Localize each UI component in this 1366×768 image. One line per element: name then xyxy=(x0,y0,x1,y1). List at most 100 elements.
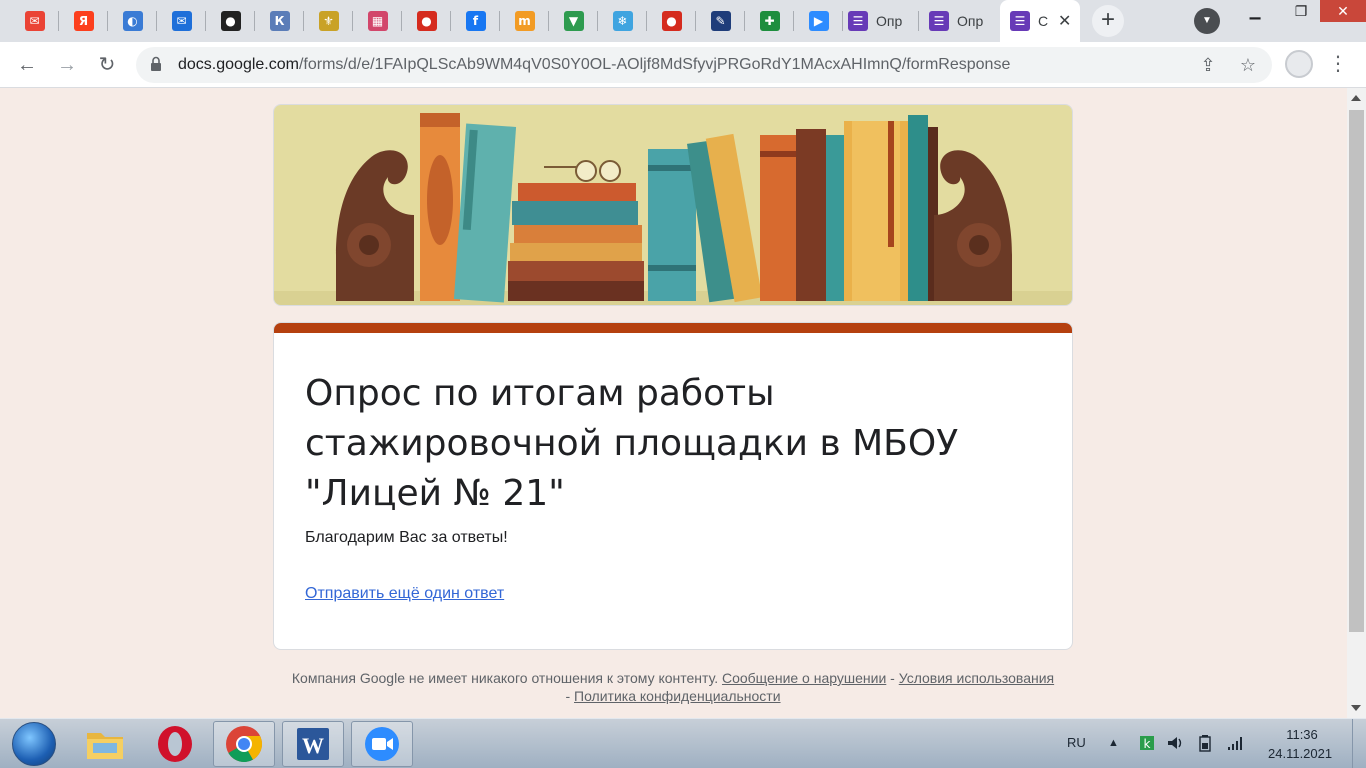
tab-ikro[interactable]: К xyxy=(255,0,304,42)
scroll-thumb[interactable] xyxy=(1349,110,1364,632)
tab-russia-flag[interactable]: ● xyxy=(402,0,451,42)
keyboard-language[interactable]: RU xyxy=(1067,735,1086,750)
picture-icon: ▦ xyxy=(367,11,388,31)
tab-title: Опр xyxy=(957,13,984,29)
opera-icon xyxy=(158,726,192,762)
privacy-link[interactable]: Политика конфиденциальности xyxy=(574,688,781,704)
address-bar[interactable]: docs.google.com/forms/d/e/1FAIpQLScAb9WM… xyxy=(136,47,1272,83)
tab-facebook[interactable]: f xyxy=(451,0,500,42)
tab-forms-active[interactable]: ☰ С ✕ xyxy=(1000,0,1080,42)
site-icon: ◐ xyxy=(122,11,143,31)
tab-snowflake[interactable]: ❄ xyxy=(598,0,647,42)
terms-link[interactable]: Условия использования xyxy=(899,670,1054,686)
card-accent-bar xyxy=(274,323,1072,333)
start-button[interactable] xyxy=(12,722,56,766)
battery-icon[interactable] xyxy=(1196,734,1214,752)
bookmark-star-icon[interactable]: ☆ xyxy=(1236,53,1260,77)
back-button[interactable]: ← xyxy=(12,50,42,80)
scroll-down-arrow-icon[interactable] xyxy=(1351,705,1361,711)
site-dark-icon: ● xyxy=(220,11,241,31)
taskbar-word[interactable]: W xyxy=(282,721,344,767)
tab-edit[interactable]: ✎ xyxy=(696,0,745,42)
svg-text:k: k xyxy=(1144,737,1151,751)
minimize-button[interactable]: ▁ xyxy=(1232,0,1278,22)
windows-taskbar: W RU ▲ k 11:36 24.11.2021 xyxy=(0,718,1366,768)
tab-picture[interactable]: ▦ xyxy=(353,0,402,42)
forms-icon: ☰ xyxy=(848,11,868,31)
share-icon[interactable]: ⇪ xyxy=(1196,53,1220,77)
tab-yandex[interactable]: Я xyxy=(59,0,108,42)
report-abuse-link[interactable]: Сообщение о нарушении xyxy=(722,670,886,686)
triangle-icon: ▼ xyxy=(563,11,584,31)
svg-text:W: W xyxy=(302,733,324,758)
tab-emblem[interactable]: ⚜ xyxy=(304,0,353,42)
word-icon: W xyxy=(297,728,329,760)
form-header-image xyxy=(273,104,1073,306)
url-text: docs.google.com/forms/d/e/1FAIpQLScAb9WM… xyxy=(178,56,1010,74)
tab-forms-1[interactable]: ☰ Опр xyxy=(838,0,918,42)
tab-title: С xyxy=(1038,13,1049,29)
restore-button[interactable]: ❐ xyxy=(1278,0,1324,22)
tab-russia-flag[interactable]: ● xyxy=(647,0,696,42)
url-path: /forms/d/e/1FAIpQLScAb9WM4qV0S0Y0OL-AOlj… xyxy=(298,56,1011,73)
tab-forms-2[interactable]: ☰ Опр xyxy=(919,0,999,42)
page-scrollbar[interactable] xyxy=(1347,88,1366,718)
volume-icon[interactable] xyxy=(1166,734,1184,752)
show-desktop-button[interactable] xyxy=(1352,719,1366,768)
chrome-icon xyxy=(226,726,262,763)
zoom-icon xyxy=(365,727,399,761)
mail-icon: ✉ xyxy=(171,11,192,31)
profile-avatar[interactable] xyxy=(1285,50,1313,78)
form-title: Опрос по итогам работы стажировочной пло… xyxy=(305,373,959,514)
tab-sheets[interactable]: ✚ xyxy=(745,0,794,42)
forms-icon: ☰ xyxy=(929,11,949,31)
taskbar-opera[interactable] xyxy=(144,721,206,767)
show-hidden-icons-icon[interactable]: ▲ xyxy=(1108,737,1119,749)
ikro-icon: К xyxy=(269,11,290,31)
tab-mail[interactable]: ✉ xyxy=(157,0,206,42)
menu-kebab-icon[interactable]: ⋮ xyxy=(1328,50,1348,78)
tab-triangle[interactable]: ▼ xyxy=(549,0,598,42)
scroll-up-arrow-icon[interactable] xyxy=(1351,95,1361,101)
close-window-button[interactable]: ✕ xyxy=(1320,0,1366,22)
taskbar-zoom[interactable] xyxy=(351,721,413,767)
close-tab-icon[interactable]: ✕ xyxy=(1058,11,1071,31)
footer-separator: - xyxy=(565,688,571,704)
taskbar-explorer[interactable] xyxy=(74,721,136,767)
edit-icon: ✎ xyxy=(710,11,731,31)
sheets-icon: ✚ xyxy=(759,11,780,31)
kaspersky-icon[interactable]: k xyxy=(1138,734,1156,752)
forward-button[interactable]: → xyxy=(52,50,82,80)
tab-site[interactable]: ◐ xyxy=(108,0,157,42)
folder-icon xyxy=(87,733,123,759)
forms-icon: ☰ xyxy=(1010,11,1030,31)
yandex-icon: Я xyxy=(73,11,94,31)
tab-zoom[interactable]: ▶ xyxy=(794,0,843,42)
network-signal-icon[interactable] xyxy=(1226,734,1244,752)
gmail-icon: ✉ xyxy=(24,11,45,31)
clock-time[interactable]: 11:36 xyxy=(1282,727,1322,742)
reload-button[interactable]: ↻ xyxy=(92,50,122,80)
zoom-icon: ▶ xyxy=(808,11,829,31)
confirmation-message: Благодарим Вас за ответы! xyxy=(305,529,508,546)
tab-search-button[interactable]: ▼ xyxy=(1194,8,1220,34)
mn-icon: m xyxy=(514,11,535,31)
clock-date[interactable]: 24.11.2021 xyxy=(1268,746,1332,761)
submit-another-response-link[interactable]: Отправить ещё один ответ xyxy=(305,585,504,603)
footer-disclaimer: Компания Google не имеет никакого отноше… xyxy=(291,670,719,686)
taskbar-chrome[interactable] xyxy=(213,721,275,767)
tab-title: Опр xyxy=(876,13,903,29)
browser-toolbar: ← → ↻ docs.google.com/forms/d/e/1FAIpQLS… xyxy=(0,42,1366,88)
emblem-icon: ⚜ xyxy=(318,11,339,31)
footer-separator: - xyxy=(890,670,895,686)
russia-flag-icon: ● xyxy=(416,11,437,31)
new-tab-button[interactable]: + xyxy=(1092,5,1124,37)
url-host: docs.google.com xyxy=(178,56,299,73)
snowflake-icon: ❄ xyxy=(612,11,633,31)
form-footer: Компания Google не имеет никакого отноше… xyxy=(290,669,1056,705)
books-illustration xyxy=(274,105,1072,305)
tab-mn[interactable]: m xyxy=(500,0,549,42)
tab-gmail[interactable]: ✉ xyxy=(10,0,59,42)
tab-site-dark[interactable]: ● xyxy=(206,0,255,42)
page-content: Опрос по итогам работы стажировочной пло… xyxy=(0,88,1347,718)
